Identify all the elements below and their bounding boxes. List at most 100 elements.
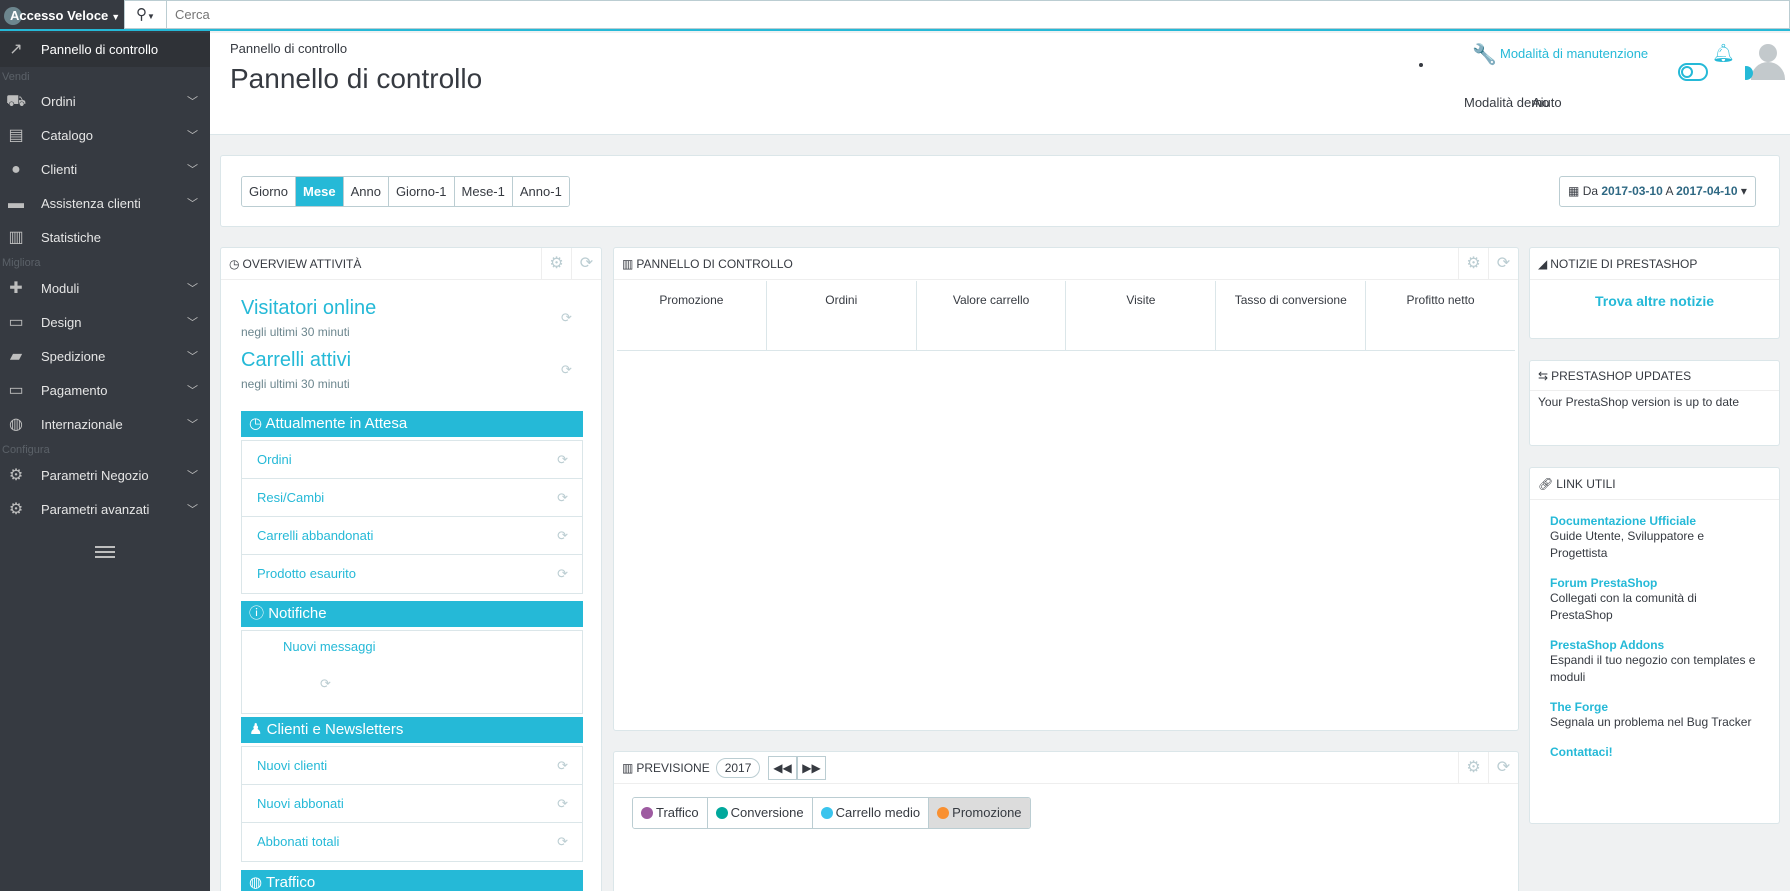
list-item[interactable]: Resi/Cambi ⟳ [242, 479, 582, 517]
sidebar-item-parametri-negozio[interactable]: ⚙ Parametri Negozio ﹀ [0, 459, 210, 493]
period-tab-mese[interactable]: Mese [296, 177, 344, 206]
chevron-down-icon: ﹀ [187, 198, 198, 210]
quick-access-button[interactable]: Accesso Veloce ▼ [0, 0, 124, 31]
sidebar-item-spedizione[interactable]: ▰ Spedizione ﹀ [0, 340, 210, 374]
online-visitors-title[interactable]: Visitatori online [241, 297, 376, 320]
configure-gear-icon[interactable]: ⚙ [541, 248, 571, 280]
search-icon: ⚲ [136, 6, 148, 23]
refresh-icon[interactable]: ⟳ [571, 248, 601, 280]
search-input[interactable] [175, 3, 1675, 25]
link-addons[interactable]: PrestaShop Addons [1550, 638, 1760, 652]
breadcrumb[interactable]: Pannello di controllo [230, 41, 347, 56]
previous-year-button[interactable]: ◀◀ [768, 756, 797, 780]
period-tab-anno-1[interactable]: Anno-1 [512, 177, 569, 206]
refresh-icon[interactable]: ⟳ [1488, 752, 1518, 784]
sidebar-item-label: Parametri Negozio [41, 468, 149, 483]
list-item[interactable]: Ordini ⟳ [242, 441, 582, 479]
sidebar-item-catalogo[interactable]: ▤ Catalogo ﹀ [0, 119, 210, 153]
legend-traffico[interactable]: Traffico [633, 798, 708, 828]
column-header[interactable]: Profitto netto [1366, 281, 1515, 350]
list-item-label: Nuovi clienti [257, 758, 328, 773]
new-messages-link[interactable]: Nuovi messaggi [283, 639, 376, 654]
sidebar-item-parametri-avanzati[interactable]: ⚙ Parametri avanzati ﹀ [0, 493, 210, 527]
store-icon: ▤ [8, 127, 24, 144]
refresh-icon[interactable]: ⟳ [557, 517, 568, 555]
more-news-link[interactable]: Trova altre notizie [1530, 293, 1779, 309]
sidebar-item-assistenza[interactable]: ▬ Assistenza clienti ﹀ [0, 187, 210, 221]
avatar[interactable] [1745, 40, 1790, 80]
sidebar-item-moduli[interactable]: ✚ Moduli ﹀ [0, 272, 210, 306]
refresh-icon[interactable]: ⟳ [1488, 248, 1518, 280]
sidebar-item-clienti[interactable]: ● Clienti ﹀ [0, 153, 210, 187]
refresh-icon[interactable]: ⟳ [557, 479, 568, 517]
refresh-icon[interactable]: ⟳ [557, 747, 568, 785]
column-header[interactable]: Tasso di conversione [1216, 281, 1367, 350]
column-header[interactable]: Visite [1066, 281, 1217, 350]
sidebar-item-statistiche[interactable]: ▥ Statistiche [0, 221, 210, 255]
useful-links-panel: 🔗︎ Link utili Documentazione Ufficiale Gu… [1529, 467, 1780, 824]
trending-up-icon: ↗ [9, 41, 23, 58]
list-item-label: Prodotto esaurito [257, 566, 357, 581]
maintenance-link[interactable]: 🔧 Modalità di manutenzione [1472, 44, 1649, 66]
sidebar-item-dashboard[interactable]: ↗ Pannello di controllo [0, 33, 210, 67]
link-documentation[interactable]: Documentazione Ufficiale [1550, 514, 1760, 528]
column-header[interactable]: Promozione [617, 281, 767, 350]
refresh-icon[interactable]: ⟳ [557, 785, 568, 823]
period-tab-giorno-1[interactable]: Giorno-1 [388, 177, 455, 206]
maintenance-label: Modalità di manutenzione [1500, 46, 1649, 61]
list-item[interactable]: Abbonati totali ⟳ [242, 823, 582, 861]
panel-heading: ▥ Pannello di controllo ⚙ ⟳ [614, 248, 1518, 280]
refresh-icon[interactable]: ⟳ [557, 823, 568, 861]
active-carts-title[interactable]: Carrelli attivi [241, 349, 351, 372]
help-link[interactable]: Aiuto [1532, 95, 1562, 110]
card-icon: ▭ [8, 382, 24, 399]
refresh-icon[interactable]: ⟳ [320, 676, 331, 692]
column-header[interactable]: Valore carrello [917, 281, 1067, 350]
date-range-picker[interactable]: ▦ Da 2017-03-10 A 2017-04-10 ▾ [1559, 176, 1756, 207]
link-forge[interactable]: The Forge [1550, 700, 1760, 714]
list-item[interactable]: Nuovi clienti ⟳ [242, 747, 582, 785]
period-tab-anno[interactable]: Anno [343, 177, 389, 206]
sidebar-item-design[interactable]: ▭ Design ﹀ [0, 306, 210, 340]
forecast-legend: Traffico Conversione Carrello medio Prom… [632, 797, 1031, 829]
list-item[interactable]: Nuovi abbonati ⟳ [242, 785, 582, 823]
globe-icon: ◍ [249, 874, 263, 891]
list-item[interactable]: Carrelli abbandonati ⟳ [242, 517, 582, 555]
sidebar-item-internazionale[interactable]: ◍ Internazionale ﹀ [0, 408, 210, 442]
list-item[interactable]: Prodotto esaurito ⟳ [242, 555, 582, 593]
year-navigation: ◀◀ ▶▶ [768, 756, 826, 780]
period-tab-giorno[interactable]: Giorno [242, 177, 297, 206]
monitor-icon: ▭ [8, 314, 24, 331]
sidebar-item-pagamento[interactable]: ▭ Pagamento ﹀ [0, 374, 210, 408]
configure-gear-icon[interactable]: ⚙ [1458, 248, 1488, 280]
legend-conversione[interactable]: Conversione [707, 798, 813, 828]
date-to: 2017-04-10 [1676, 184, 1738, 198]
sidebar-item-label: Pagamento [41, 383, 108, 398]
chevron-down-icon: ﹀ [187, 470, 198, 482]
link-forum[interactable]: Forum PrestaShop [1550, 576, 1760, 590]
panel-title: Notizie di PrestaShop [1550, 257, 1698, 271]
refresh-icon[interactable]: ⟳ [561, 362, 572, 378]
page-title: Pannello di controllo [230, 63, 483, 94]
legend-label: Conversione [730, 805, 804, 820]
configure-gear-icon[interactable]: ⚙ [1458, 752, 1488, 784]
date-from-label: Da [1582, 184, 1599, 198]
demo-mode-toggle[interactable] [1678, 63, 1708, 81]
search-type-button[interactable]: ⚲▼ [125, 1, 167, 28]
sidebar-item-ordini[interactable]: ⛟ Ordini ﹀ [0, 85, 210, 119]
refresh-icon[interactable]: ⟳ [557, 441, 568, 479]
link-description: Espandi il tuo negozio con templates e m… [1550, 653, 1756, 684]
column-header[interactable]: Ordini [767, 281, 917, 350]
next-year-button[interactable]: ▶▶ [797, 756, 826, 780]
gear-icon: ⚙ [8, 467, 24, 484]
collapse-menu-icon[interactable] [95, 546, 115, 560]
legend-promozione[interactable]: Promozione [929, 798, 1030, 828]
legend-carrello-medio[interactable]: Carrello medio [812, 798, 930, 828]
notifications-bell-icon[interactable]: 🔔︎ [1712, 43, 1735, 64]
refresh-icon[interactable]: ⟳ [557, 555, 568, 593]
link-contact[interactable]: Contattaci! [1550, 745, 1760, 759]
sidebar-item-label: Design [41, 315, 82, 330]
period-tab-mese-1[interactable]: Mese-1 [454, 177, 513, 206]
chevron-down-icon: ﹀ [187, 96, 198, 108]
refresh-icon[interactable]: ⟳ [561, 310, 572, 326]
